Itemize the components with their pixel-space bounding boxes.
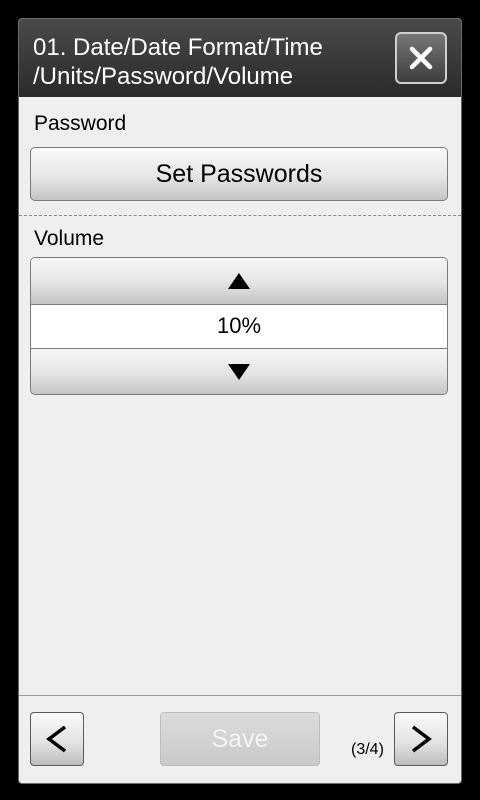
volume-stepper: 10% — [30, 257, 448, 395]
settings-dialog: 01. Date/Date Format/Time /Units/Passwor… — [18, 18, 462, 784]
volume-up-button[interactable] — [31, 258, 447, 305]
page-indicator: (3/4) — [351, 741, 384, 758]
chevron-left-icon — [46, 725, 67, 753]
volume-down-button[interactable] — [31, 348, 447, 394]
set-passwords-button[interactable]: Set Passwords — [30, 147, 448, 201]
triangle-up-icon — [228, 273, 250, 289]
dialog-title: 01. Date/Date Format/Time /Units/Passwor… — [33, 34, 323, 90]
close-icon — [409, 46, 433, 70]
volume-value: 10% — [31, 305, 447, 347]
section-divider — [19, 215, 461, 216]
previous-page-button[interactable] — [30, 712, 84, 766]
password-label: Password — [34, 112, 127, 135]
footer-divider — [19, 695, 461, 696]
close-button[interactable] — [395, 32, 447, 84]
triangle-down-icon — [228, 364, 250, 380]
next-page-button[interactable] — [394, 712, 448, 766]
save-button[interactable]: Save — [160, 712, 320, 766]
chevron-right-icon — [411, 725, 432, 753]
dialog-header: 01. Date/Date Format/Time /Units/Passwor… — [19, 19, 461, 97]
volume-label: Volume — [34, 227, 105, 250]
